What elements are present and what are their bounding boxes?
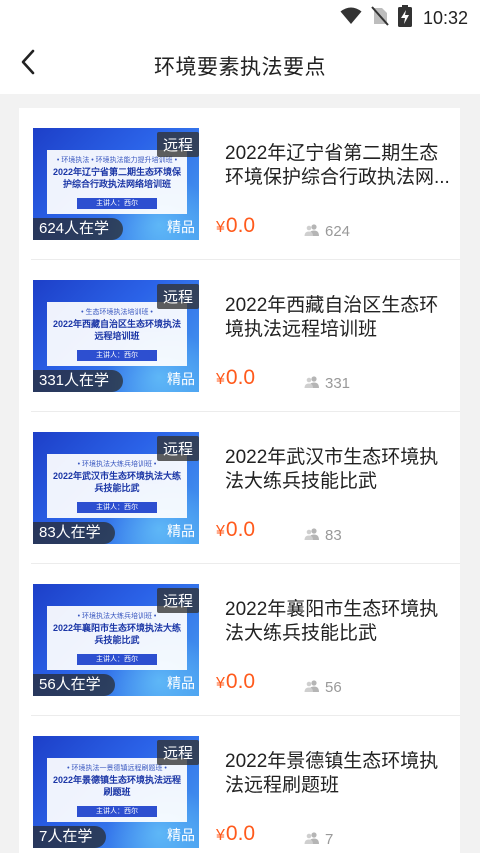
course-title[interactable]: 2022年景德镇生态环境执法远程刷题班 [225, 750, 450, 798]
learners-badge: 7人在学 [33, 826, 107, 848]
learners-badge: 56人在学 [33, 674, 115, 696]
no-sim-icon [371, 6, 389, 31]
premium-badge: 精品 [167, 827, 195, 843]
course-thumbnail[interactable]: • 环境执法大练兵培训班 • 2022年襄阳市生态环境执法大练兵技能比武 主讲人… [33, 584, 199, 696]
learners-badge: 624人在学 [33, 218, 124, 240]
currency-symbol: ¥ [216, 827, 225, 844]
poster-title: 2022年武汉市生态环境执法大练兵技能比武 [52, 471, 182, 493]
price-value: 0.0 [225, 670, 256, 693]
student-count-value: 7 [325, 831, 334, 848]
student-count-value: 331 [325, 375, 351, 392]
poster-title: 2022年西藏自治区生态环境执法远程培训班 [52, 319, 182, 341]
learners-badge: 331人在学 [33, 370, 124, 392]
learners-badge: 83人在学 [33, 522, 115, 544]
currency-symbol: ¥ [216, 371, 225, 388]
poster-lecturer: 主讲人：西尔 [77, 198, 157, 209]
course-price: ¥0.0 [216, 822, 255, 846]
currency-symbol: ¥ [216, 219, 225, 236]
course-list: • 环境执法 • 环境执法能力提升培训班 • 2022年辽宁省第二期生态环境保护… [19, 108, 460, 853]
price-value: 0.0 [225, 214, 256, 237]
course-item[interactable]: • 环境执法 • 环境执法能力提升培训班 • 2022年辽宁省第二期生态环境保护… [19, 108, 460, 260]
remote-tag: 远程 [156, 436, 199, 461]
poster-title: 2022年景德镇生态环境执法远程刷题班 [52, 775, 182, 797]
remote-tag: 远程 [156, 132, 199, 157]
course-price: ¥0.0 [216, 214, 255, 238]
poster-title: 2022年襄阳市生态环境执法大练兵技能比武 [52, 623, 182, 645]
student-count: 56 [304, 679, 342, 696]
student-count-value: 624 [325, 223, 351, 240]
users-icon [304, 375, 320, 392]
course-thumbnail[interactable]: • 环境执法大练兵培训班 • 2022年武汉市生态环境执法大练兵技能比武 主讲人… [33, 432, 199, 544]
premium-badge: 精品 [167, 675, 195, 691]
course-thumbnail[interactable]: • 生态环境执法培训班 • 2022年西藏自治区生态环境执法远程培训班 主讲人：… [33, 280, 199, 392]
poster-panel: • 生态环境执法培训班 • 2022年西藏自治区生态环境执法远程培训班 主讲人：… [47, 302, 187, 366]
users-icon [304, 831, 320, 848]
poster-panel: • 环境执法 • 环境执法能力提升培训班 • 2022年辽宁省第二期生态环境保护… [47, 150, 187, 214]
poster-title: 2022年辽宁省第二期生态环境保护综合行政执法网络培训班 [52, 167, 182, 189]
status-time: 10:32 [422, 8, 468, 28]
premium-badge: 精品 [167, 219, 195, 235]
poster-lecturer: 主讲人：西尔 [77, 654, 157, 665]
poster-lecturer: 主讲人：西尔 [77, 502, 157, 513]
poster-panel: • 环境执法大练兵培训班 • 2022年襄阳市生态环境执法大练兵技能比武 主讲人… [47, 606, 187, 670]
remote-tag: 远程 [156, 588, 199, 613]
course-item[interactable]: • 环境执法大练兵培训班 • 2022年武汉市生态环境执法大练兵技能比武 主讲人… [19, 412, 460, 564]
battery-charging-icon [397, 5, 412, 32]
price-value: 0.0 [225, 822, 256, 845]
course-title[interactable]: 2022年武汉市生态环境执法大练兵技能比武 [225, 446, 450, 494]
course-thumbnail[interactable]: • 环境执法 • 环境执法能力提升培训班 • 2022年辽宁省第二期生态环境保护… [33, 128, 199, 240]
student-count-value: 83 [325, 527, 342, 544]
course-title[interactable]: 2022年辽宁省第二期生态环境保护综合行政执法网... [225, 142, 450, 190]
student-count: 624 [304, 223, 350, 240]
users-icon [304, 679, 320, 696]
currency-symbol: ¥ [216, 523, 225, 540]
page-title: 环境要素执法要点 [154, 56, 326, 79]
poster-lecturer: 主讲人：西尔 [77, 350, 157, 361]
poster-lecturer: 主讲人：西尔 [77, 806, 157, 817]
course-item[interactable]: • 生态环境执法培训班 • 2022年西藏自治区生态环境执法远程培训班 主讲人：… [19, 260, 460, 412]
course-price: ¥0.0 [216, 518, 255, 542]
status-icons: 10:32 [340, 5, 468, 32]
premium-badge: 精品 [167, 523, 195, 539]
student-count: 83 [304, 527, 342, 544]
course-item[interactable]: • 环境执法大练兵培训班 • 2022年襄阳市生态环境执法大练兵技能比武 主讲人… [19, 564, 460, 716]
course-title[interactable]: 2022年西藏自治区生态环境执法远程培训班 [225, 294, 450, 342]
premium-badge: 精品 [167, 371, 195, 387]
course-item[interactable]: • 环境执法一景德镇远程刷题班 • 2022年景德镇生态环境执法远程刷题班 主讲… [19, 716, 460, 853]
course-title[interactable]: 2022年襄阳市生态环境执法大练兵技能比武 [225, 598, 450, 646]
users-icon [304, 527, 320, 544]
student-count: 7 [304, 831, 333, 848]
price-value: 0.0 [225, 366, 256, 389]
poster-panel: • 环境执法大练兵培训班 • 2022年武汉市生态环境执法大练兵技能比武 主讲人… [47, 454, 187, 518]
student-count: 331 [304, 375, 350, 392]
app-header: 环境要素执法要点 [0, 34, 480, 94]
student-count-value: 56 [325, 679, 342, 696]
poster-panel: • 环境执法一景德镇远程刷题班 • 2022年景德镇生态环境执法远程刷题班 主讲… [47, 758, 187, 822]
course-price: ¥0.0 [216, 366, 255, 390]
wifi-icon [340, 7, 362, 30]
course-thumbnail[interactable]: • 环境执法一景德镇远程刷题班 • 2022年景德镇生态环境执法远程刷题班 主讲… [33, 736, 199, 848]
status-bar: 10:32 [0, 0, 480, 34]
users-icon [304, 223, 320, 240]
course-price: ¥0.0 [216, 670, 255, 694]
currency-symbol: ¥ [216, 675, 225, 692]
price-value: 0.0 [225, 518, 256, 541]
remote-tag: 远程 [156, 284, 199, 309]
remote-tag: 远程 [156, 740, 199, 765]
